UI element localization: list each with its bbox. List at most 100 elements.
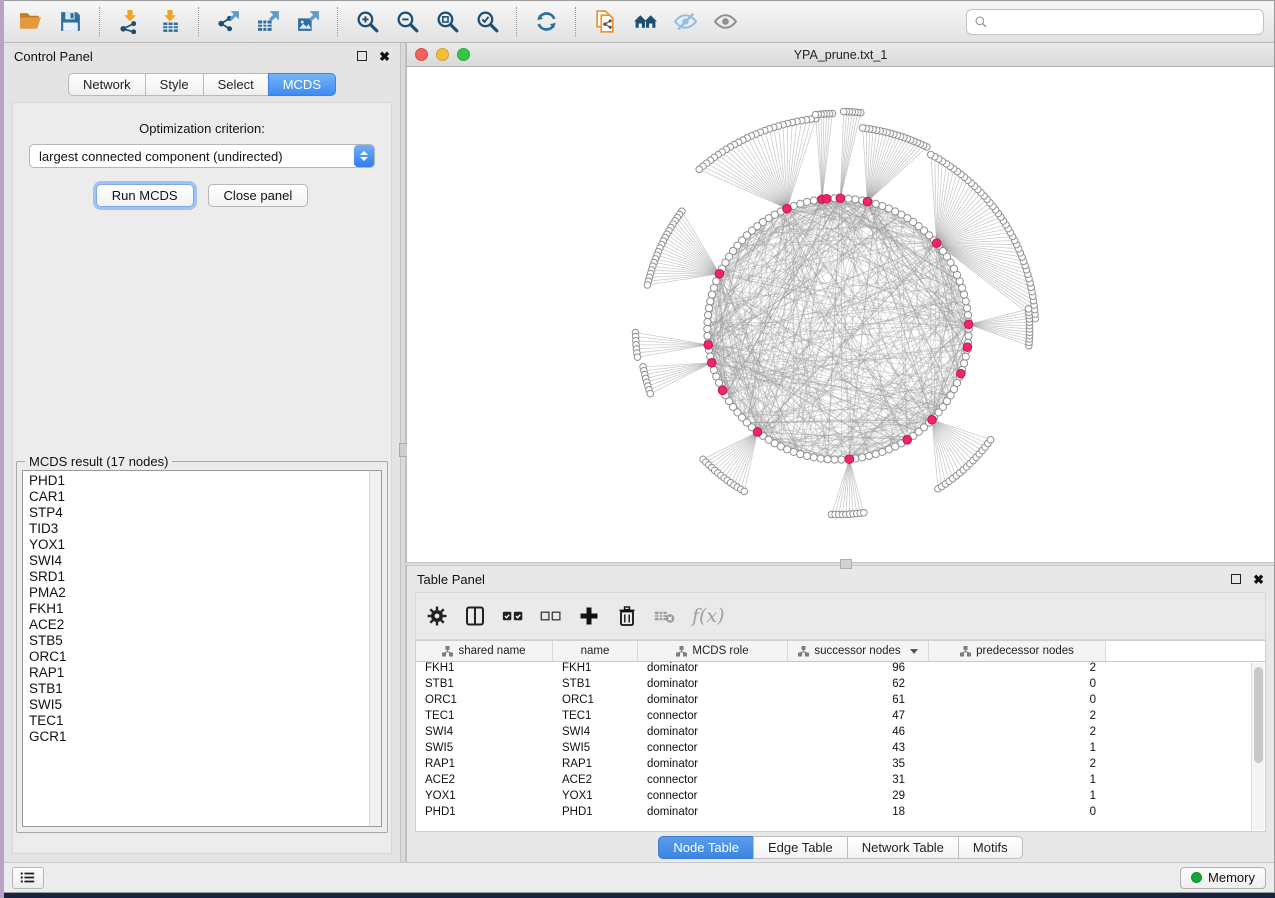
table-cell[interactable]: TEC1 [416,710,553,726]
search-field[interactable] [966,9,1264,35]
mcds-result-item[interactable]: PHD1 [29,473,381,489]
table-row[interactable]: SWI5SWI5connector431 [416,742,1265,758]
mcds-result-item[interactable]: TID3 [29,521,381,537]
scrollbar-thumb[interactable] [1254,667,1263,763]
table-cell[interactable]: 1 [929,742,1106,758]
table-cell[interactable]: SWI4 [416,726,553,742]
table-cell[interactable]: 31 [788,774,929,790]
table-cell[interactable]: 2 [929,758,1106,774]
table-cell[interactable]: FKH1 [553,662,638,678]
table-row[interactable]: SWI4SWI4dominator462 [416,726,1265,742]
table-cell[interactable]: ORC1 [553,694,638,710]
table-cell[interactable]: dominator [638,662,788,678]
select-all-button[interactable] [502,605,524,627]
add-column-button[interactable] [578,605,600,627]
table-cell[interactable]: 46 [788,726,929,742]
optimization-criterion-select[interactable]: largest connected component (undirected) [29,144,375,168]
column-header-predecessor-nodes[interactable]: predecessor nodes [929,641,1106,661]
hide-selected-button[interactable] [668,6,702,38]
table-cell[interactable]: 61 [788,694,929,710]
table-row[interactable]: ORC1ORC1dominator610 [416,694,1265,710]
export-network-button[interactable] [211,6,245,38]
delete-column-button[interactable] [616,605,638,627]
table-cell[interactable]: 0 [929,678,1106,694]
tab-node-table[interactable]: Node Table [658,836,753,859]
close-panel-icon[interactable]: ✖ [379,50,390,63]
table-cell[interactable]: 47 [788,710,929,726]
mcds-result-item[interactable]: CAR1 [29,489,381,505]
column-header-successor-nodes[interactable]: successor nodes [788,641,929,661]
table-cell[interactable]: 1 [929,774,1106,790]
table-cell[interactable]: dominator [638,758,788,774]
deselect-all-button[interactable] [540,605,562,627]
table-cell[interactable]: ACE2 [416,774,553,790]
table-cell[interactable]: 0 [929,694,1106,710]
search-input[interactable] [993,15,1256,30]
table-cell[interactable]: STB1 [553,678,638,694]
table-cell[interactable]: connector [638,742,788,758]
open-file-button[interactable] [13,6,47,38]
tab-network-table[interactable]: Network Table [847,836,958,859]
tab-style[interactable]: Style [145,73,203,96]
run-mcds-button[interactable]: Run MCDS [96,184,194,207]
zoom-fit-button[interactable] [430,6,464,38]
show-all-button[interactable] [708,6,742,38]
table-cell[interactable]: SWI5 [416,742,553,758]
duplicate-network-button[interactable] [588,6,622,38]
table-cell[interactable]: SWI5 [553,742,638,758]
table-cell[interactable]: 2 [929,710,1106,726]
mcds-result-item[interactable]: SRD1 [29,569,381,585]
mcds-result-item[interactable]: TEC1 [29,713,381,729]
mcds-result-item[interactable]: STB5 [29,633,381,649]
table-cell[interactable]: dominator [638,678,788,694]
table-cell[interactable]: 2 [929,662,1106,678]
table-cell[interactable]: YOX1 [416,790,553,806]
zoom-out-button[interactable] [390,6,424,38]
show-columns-button[interactable] [464,605,486,627]
tab-edge-table[interactable]: Edge Table [753,836,847,859]
table-cell[interactable]: FKH1 [416,662,553,678]
table-cell[interactable]: RAP1 [553,758,638,774]
import-network-button[interactable] [112,6,146,38]
table-cell[interactable]: 96 [788,662,929,678]
table-cell[interactable]: 0 [929,806,1106,822]
tab-select[interactable]: Select [203,73,268,96]
table-cell[interactable]: dominator [638,726,788,742]
mcds-result-item[interactable]: GCR1 [29,729,381,745]
first-neighbors-button[interactable] [628,6,662,38]
table-row[interactable]: RAP1RAP1dominator352 [416,758,1265,774]
table-cell[interactable]: connector [638,710,788,726]
mcds-result-item[interactable]: PMA2 [29,585,381,601]
import-table-button[interactable] [152,6,186,38]
table-settings-button[interactable] [426,605,448,627]
tab-motifs[interactable]: Motifs [958,836,1023,859]
table-cell[interactable]: 2 [929,726,1106,742]
result-list-scrollbar[interactable] [369,471,381,826]
column-header-MCDS-role[interactable]: MCDS role [638,641,788,661]
splitter-handle[interactable] [840,559,852,569]
export-image-button[interactable] [291,6,325,38]
table-cell[interactable]: 62 [788,678,929,694]
mcds-result-item[interactable]: FKH1 [29,601,381,617]
mcds-result-item[interactable]: RAP1 [29,665,381,681]
float-panel-icon[interactable] [357,51,367,61]
table-cell[interactable]: ORC1 [416,694,553,710]
table-cell[interactable]: 35 [788,758,929,774]
tab-network[interactable]: Network [68,73,145,96]
table-row[interactable]: YOX1YOX1connector291 [416,790,1265,806]
table-cell[interactable]: YOX1 [553,790,638,806]
table-cell[interactable]: 43 [788,742,929,758]
save-session-button[interactable] [53,6,87,38]
table-row[interactable]: STB1STB1dominator620 [416,678,1265,694]
table-row[interactable]: FKH1FKH1dominator962 [416,662,1265,678]
tab-mcds[interactable]: MCDS [268,73,336,96]
table-cell[interactable]: 18 [788,806,929,822]
table-cell[interactable]: PHD1 [553,806,638,822]
table-cell[interactable]: connector [638,790,788,806]
table-scrollbar[interactable] [1251,663,1264,830]
table-cell[interactable]: SWI4 [553,726,638,742]
table-cell[interactable]: RAP1 [416,758,553,774]
mcds-result-item[interactable]: STP4 [29,505,381,521]
table-cell[interactable]: ACE2 [553,774,638,790]
memory-button[interactable]: Memory [1180,867,1266,889]
